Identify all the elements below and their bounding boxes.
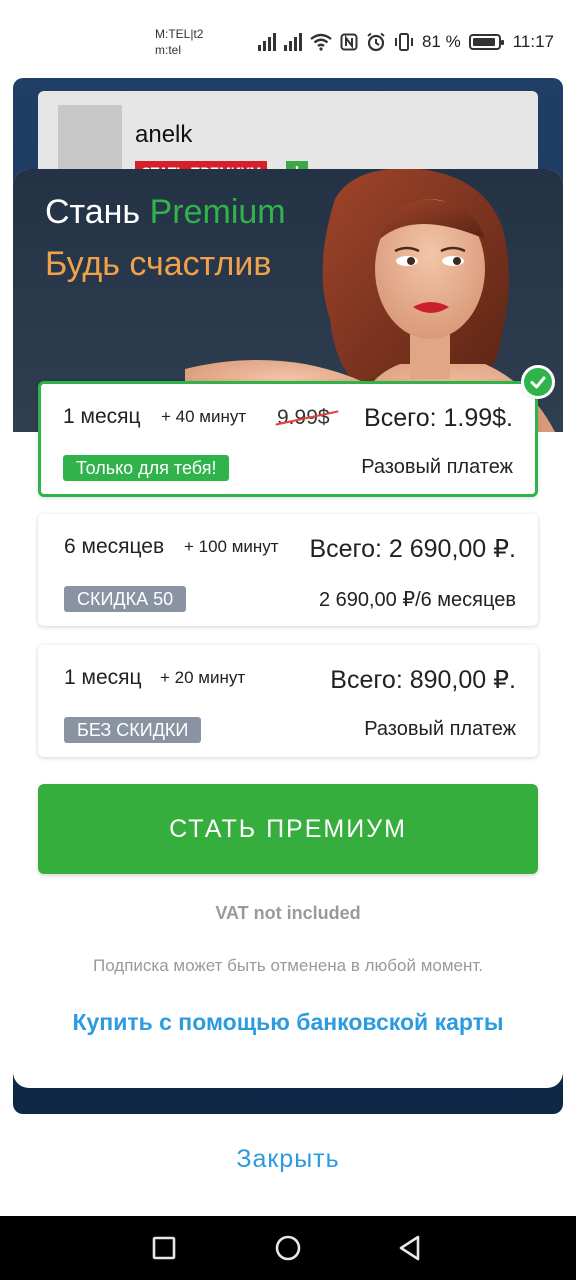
become-premium-button[interactable]: СТАТЬ ПРЕМИУМ — [38, 784, 538, 874]
cancel-note: Подписка может быть отменена в любой мом… — [92, 956, 483, 975]
plan-old-price: 9.99$ — [275, 406, 339, 430]
signal-icon — [257, 33, 276, 51]
plan-period: 1 месяц — [63, 405, 141, 428]
selected-check-badge — [521, 365, 555, 399]
status-bar: M:TEL|t2 m:tel 81 % 11:17 — [0, 0, 576, 80]
navigation-bar — [0, 1216, 576, 1280]
vat-note: VAT not included — [215, 903, 361, 923]
check-icon — [530, 376, 546, 389]
username: anelk — [135, 121, 193, 148]
clock: 11:17 — [512, 32, 554, 51]
plan-note: Разовый платеж — [364, 718, 516, 740]
wifi-icon — [310, 33, 332, 51]
plan-extra-minutes: + 20 минут — [160, 668, 246, 687]
buy-with-card-link[interactable]: Купить с помощью банковской карты — [13, 1009, 563, 1036]
plan-extra-minutes: + 40 минут — [161, 407, 247, 426]
home-icon[interactable] — [272, 1232, 304, 1264]
premium-dialog: Стань Premium Будь счастлив 1 месяц + 40… — [13, 169, 563, 1088]
plan-total: Всего: 890,00 ₽. — [330, 666, 516, 694]
plan-tag: БЕЗ СКИДКИ — [64, 717, 202, 743]
plan-card-6-months[interactable]: 6 месяцев + 100 минут Всего: 2 690,00 ₽.… — [38, 514, 538, 626]
hero-title-accent: Premium — [149, 193, 286, 231]
close-button[interactable]: Закрыть — [13, 1115, 563, 1204]
alarm-icon — [367, 32, 385, 52]
plan-total: Всего: 1.99$. — [364, 404, 513, 432]
back-icon[interactable] — [394, 1232, 426, 1264]
vibrate-icon — [394, 33, 413, 51]
hero-title: Стань Premium — [45, 193, 286, 232]
plan-extra-minutes: + 100 минут — [184, 537, 279, 556]
avatar — [58, 105, 122, 175]
signal-icon — [283, 33, 302, 51]
recent-apps-icon[interactable] — [148, 1232, 180, 1264]
plan-tag: СКИДКА 50 — [64, 586, 187, 612]
plan-total: Всего: 2 690,00 ₽. — [309, 535, 516, 563]
carrier-label: M:TEL|t2 m:tel — [155, 26, 203, 58]
hero-title-prefix: Стань — [45, 193, 150, 231]
carrier-line-1: M:TEL|t2 — [155, 27, 204, 41]
carrier-line-2: m:tel — [155, 43, 182, 57]
profile-card: anelk СТАТЬ ПРЕМИУМ + — [38, 91, 538, 183]
hero-subtitle: Будь счастлив — [45, 245, 272, 283]
nfc-icon — [340, 33, 358, 51]
plan-note: Разовый платеж — [361, 456, 513, 478]
plan-period: 6 месяцев — [64, 535, 165, 558]
plan-card-1-month-20[interactable]: 1 месяц + 20 минут Всего: 890,00 ₽. БЕЗ … — [38, 645, 538, 757]
plan-card-1-month-40[interactable]: 1 месяц + 40 минут 9.99$ Всего: 1.99$. Т… — [38, 381, 538, 497]
battery-percent: 81 % — [421, 32, 461, 51]
plan-note: 2 690,00 ₽/6 месяцев — [318, 589, 516, 611]
battery-icon — [468, 34, 504, 50]
plan-period: 1 месяц — [64, 666, 142, 689]
plan-tag: Только для тебя! — [63, 455, 230, 481]
